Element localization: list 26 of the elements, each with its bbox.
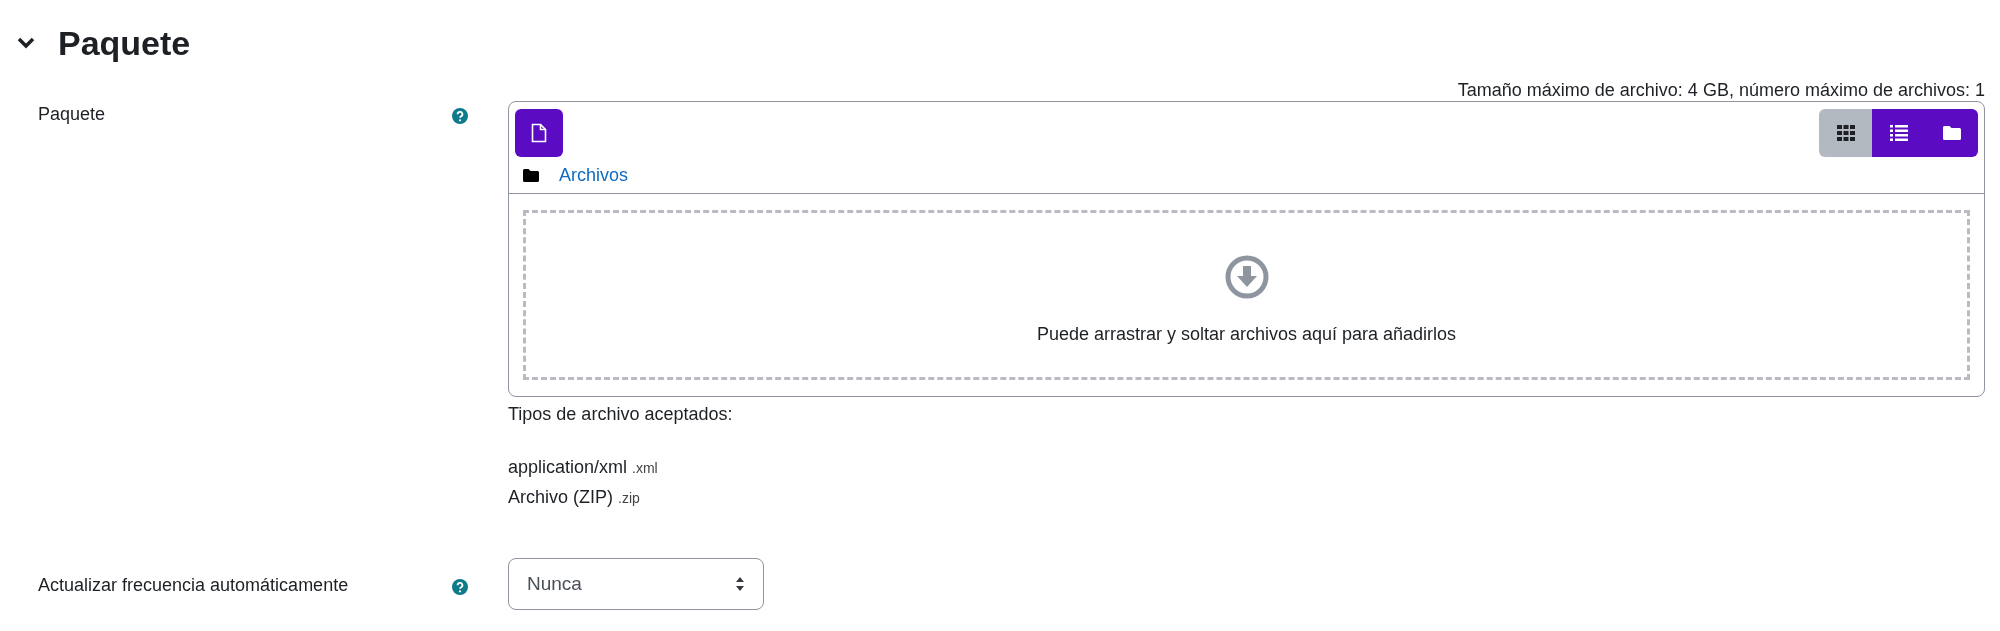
file-type-name: Archivo (ZIP) bbox=[508, 486, 613, 509]
section-heading[interactable]: Paquete bbox=[58, 26, 191, 60]
frequency-select[interactable]: Nunca bbox=[508, 558, 764, 610]
folder-icon bbox=[523, 168, 539, 182]
accepted-types-title: Tipos de archivo aceptados: bbox=[508, 403, 734, 426]
field-label: Paquete bbox=[38, 103, 107, 126]
list-icon bbox=[1889, 125, 1908, 141]
field-label: Actualizar frecuencia automáticamente bbox=[38, 574, 350, 597]
folder-icon bbox=[1942, 126, 1961, 140]
file-icon bbox=[531, 123, 547, 143]
list-view-button[interactable] bbox=[1872, 109, 1925, 157]
file-limits-text: Tamaño máximo de archivo: 4 GB, número máximo de archivos: 1 bbox=[1457, 81, 1985, 99]
help-icon[interactable] bbox=[452, 579, 468, 595]
file-type-name: application/xml bbox=[508, 456, 628, 479]
file-extension: .xml bbox=[632, 459, 658, 478]
drop-hint-text: Puede arrastrar y soltar archivos aquí para añadirlos bbox=[1036, 323, 1457, 346]
download-circle-icon bbox=[1224, 255, 1269, 299]
file-extension: .zip bbox=[618, 489, 640, 508]
help-icon[interactable] bbox=[452, 108, 468, 124]
drop-zone[interactable]: Puede arrastrar y soltar archivos aquí para añadirlos bbox=[523, 210, 1970, 380]
grid-view-button[interactable] bbox=[1819, 109, 1872, 157]
add-file-button[interactable] bbox=[515, 109, 563, 157]
grid-icon bbox=[1836, 125, 1855, 141]
folder-view-button[interactable] bbox=[1925, 109, 1978, 157]
breadcrumb-link[interactable]: Archivos bbox=[559, 161, 629, 189]
sort-caret-icon bbox=[735, 576, 745, 592]
